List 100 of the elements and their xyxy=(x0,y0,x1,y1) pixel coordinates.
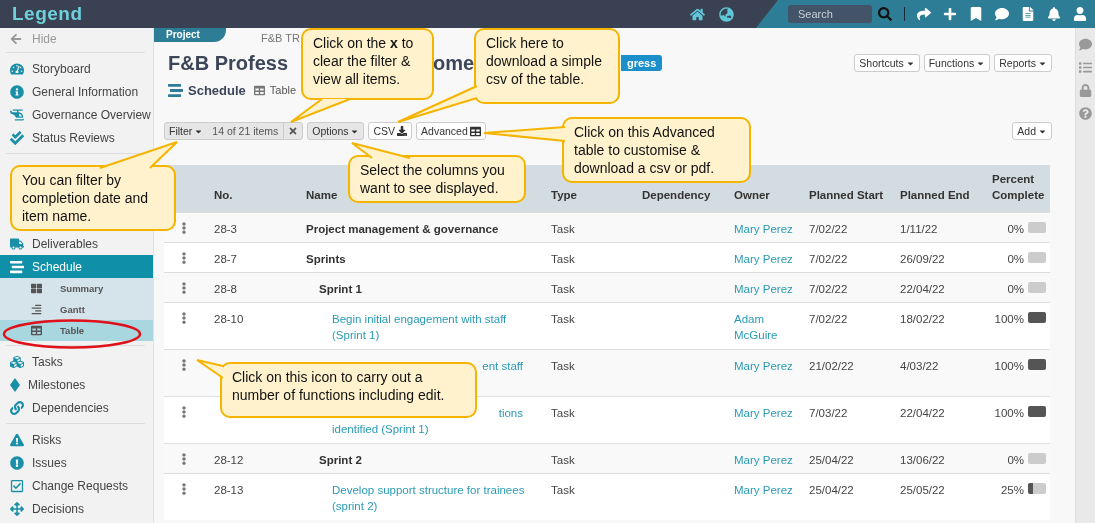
table-cell-text: 26/09/22 xyxy=(899,252,946,267)
user-icon[interactable] xyxy=(1073,7,1087,21)
table-cell-text: Task xyxy=(550,252,576,267)
percent-text: 100% xyxy=(994,406,1024,421)
column-header: Dependency xyxy=(642,188,711,203)
table-cell-text: 18/02/22 xyxy=(899,312,946,327)
sidebar-item[interactable]: Status Reviews xyxy=(0,126,153,149)
add-button[interactable]: Add xyxy=(1012,122,1052,140)
helicopter-icon xyxy=(10,107,24,122)
table-cell-text: Task xyxy=(550,453,576,468)
lock-icon[interactable] xyxy=(1079,84,1092,97)
column-header: Planned End xyxy=(900,188,970,203)
sidebar-item[interactable]: Schedule xyxy=(0,255,153,278)
table-cell-text: 7/03/22 xyxy=(808,406,849,421)
column-header: Type xyxy=(551,188,577,203)
table-cell-text: 1/11/22 xyxy=(899,222,939,237)
table-cell-text: 28-12 xyxy=(213,453,245,468)
page-title: F&B Profess xyxy=(168,51,289,75)
view-tab[interactable]: Table xyxy=(269,84,297,96)
home-icon[interactable] xyxy=(690,6,705,22)
percent-text: 0% xyxy=(1007,252,1024,267)
table-cell-text: 25/05/22 xyxy=(899,483,946,498)
breadcrumb[interactable]: F&B TR xyxy=(260,32,300,44)
csv-button[interactable]: CSV xyxy=(368,122,413,140)
plus-icon[interactable] xyxy=(943,7,957,21)
table-cell-text: 7/02/22 xyxy=(808,312,849,327)
move-icon xyxy=(10,501,24,516)
callout-bubble: Click on this Advanced table to customise & download a csv or pdf. xyxy=(562,117,751,183)
table-cell-text: 4/03/22 xyxy=(899,359,940,374)
filter-button[interactable]: Filter xyxy=(165,123,208,139)
table-cell-text: Task xyxy=(550,312,576,327)
dropdown-button[interactable]: Functions xyxy=(923,54,991,72)
callout-pointer xyxy=(197,360,223,378)
comment-icon[interactable] xyxy=(1079,38,1092,51)
help-icon[interactable] xyxy=(1079,107,1092,120)
table-cell-text: 7/02/22 xyxy=(808,222,849,237)
table-cell-text: Task xyxy=(550,406,576,421)
sidebar-item[interactable]: Governance Overview xyxy=(0,103,153,126)
status-badge: gress xyxy=(621,55,663,71)
sidebar-item[interactable]: Milestones xyxy=(0,373,153,396)
table-cell-text: 25/04/22 xyxy=(808,483,855,498)
bookmark-icon[interactable] xyxy=(969,7,983,21)
table-cell-text: 28-7 xyxy=(213,252,239,267)
list-icon[interactable] xyxy=(1079,61,1092,74)
options-button[interactable]: Options xyxy=(307,122,365,140)
gauge-icon xyxy=(10,61,24,76)
task-group-name: Sprint 2 xyxy=(319,453,362,468)
table-cell-text: 22/04/22 xyxy=(899,406,946,421)
sidebar-item[interactable]: Dependencies xyxy=(0,396,153,419)
cubes-icon xyxy=(10,354,24,369)
column-header: Percent Complete xyxy=(992,172,1046,203)
table-cell-text: 28-13 xyxy=(213,483,245,498)
percent-text: 0% xyxy=(1007,282,1024,297)
project-tab[interactable]: Project xyxy=(154,28,226,42)
percent-text: 100% xyxy=(994,312,1024,327)
diamond-icon xyxy=(10,377,20,392)
table-cell-text: 22/04/22 xyxy=(899,282,946,297)
table-cell-text: Task xyxy=(550,483,576,498)
sidebar-item[interactable]: Risks xyxy=(0,428,153,451)
dropdown-button[interactable]: Shortcuts xyxy=(854,54,920,72)
table-cell-text: 28-10 xyxy=(213,312,245,327)
table-cell-text: 28-8 xyxy=(213,282,239,297)
sidebar-item[interactable]: Deliverables xyxy=(0,232,153,255)
sidebar-item[interactable]: Issues xyxy=(0,451,153,474)
sidebar-item[interactable]: General Information xyxy=(0,80,153,103)
item-count: 14 of 21 items xyxy=(211,124,280,139)
dropdown-button[interactable]: Reports xyxy=(994,54,1052,72)
advanced-button[interactable]: Advanced xyxy=(416,122,486,140)
table-cell-text: 13/06/22 xyxy=(899,453,946,468)
sidebar-item[interactable]: Change Requests xyxy=(0,474,153,497)
search-icon[interactable] xyxy=(878,7,892,21)
warning-icon xyxy=(10,432,24,447)
app-logo[interactable]: Legend xyxy=(12,3,83,25)
column-header: Owner xyxy=(734,188,770,203)
download-icon xyxy=(397,126,408,136)
percent-text: 0% xyxy=(1007,222,1024,237)
table-cell-text: 21/02/22 xyxy=(808,359,855,374)
sidebar-item[interactable]: Storyboard xyxy=(0,57,153,80)
checkbox-icon xyxy=(10,478,24,493)
callout-pointer xyxy=(291,99,350,122)
percent-text: 100% xyxy=(994,359,1024,374)
sidebar-item[interactable]: Tasks xyxy=(0,350,153,373)
column-header: Name xyxy=(306,188,338,203)
callout-bubble: Click here to download a simple csv of the table. xyxy=(474,28,620,104)
table-icon xyxy=(469,125,481,137)
table-cell-text: 7/02/22 xyxy=(808,252,849,267)
sidebar-subitem[interactable]: Gantt xyxy=(0,299,153,320)
document-icon[interactable] xyxy=(1021,7,1035,21)
percent-text: 0% xyxy=(1007,453,1024,468)
comment-icon[interactable] xyxy=(995,7,1009,21)
share-icon[interactable] xyxy=(917,7,931,21)
table-icon xyxy=(253,84,265,96)
sidebar-item[interactable]: Decisions xyxy=(0,497,153,520)
table-cell-text: 28-3 xyxy=(213,222,239,237)
page-title: ome xyxy=(433,51,475,75)
bell-icon[interactable] xyxy=(1047,7,1061,21)
sidebar-subitem[interactable]: Summary xyxy=(0,278,153,299)
arrow-left-icon xyxy=(10,33,22,45)
search-field[interactable]: Search xyxy=(788,5,872,23)
globe-icon[interactable] xyxy=(719,6,734,22)
